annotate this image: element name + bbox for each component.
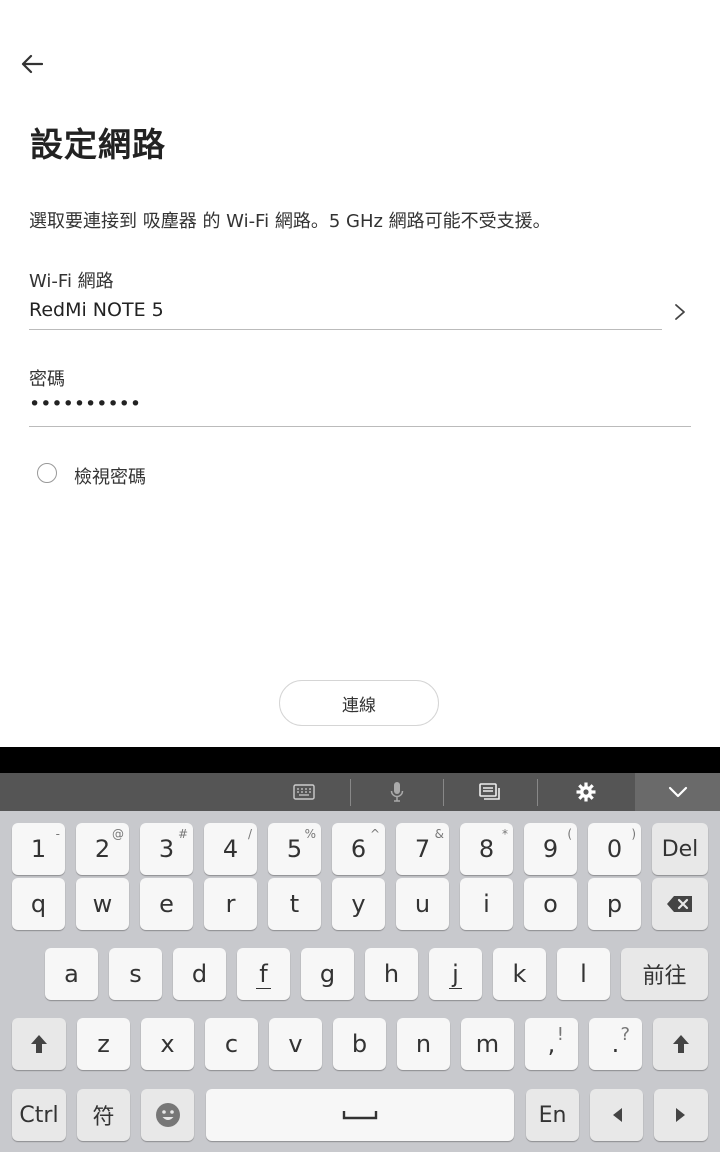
key-a[interactable]: a [45,948,98,1000]
key-0[interactable]: 0) [588,823,641,875]
key-b[interactable]: b [333,1018,386,1070]
key-e[interactable]: e [140,878,193,930]
key-y[interactable]: y [332,878,385,930]
key-d[interactable]: d [173,948,226,1000]
key-3[interactable]: 3 # [140,823,193,875]
connect-button[interactable]: 連線 [279,680,439,726]
toolbar-divider [350,779,351,806]
page-title: 設定網路 [30,125,166,164]
space-key[interactable] [206,1089,514,1141]
key-z[interactable]: z [77,1018,130,1070]
wifi-underline [29,329,662,330]
keyboard-top-bar [0,747,720,773]
clipboard-button[interactable] [445,773,535,811]
cursor-left-key[interactable] [590,1089,643,1141]
shift-key-left[interactable] [12,1018,66,1070]
keyboard-settings-button[interactable] [539,773,633,811]
password-label: 密碼 [29,369,65,390]
key-1[interactable]: 1- [12,823,65,875]
back-button[interactable] [14,46,50,82]
ctrl-key[interactable]: Ctrl [12,1089,66,1141]
collapse-keyboard-button[interactable] [635,773,720,811]
wifi-network-label: Wi-Fi 網路 [29,271,114,292]
key-7[interactable]: 7 & [396,823,449,875]
microphone-icon [390,782,404,802]
key-f-label: f [256,960,271,989]
smiley-icon [155,1103,180,1127]
key-8[interactable]: 8 * [460,823,513,875]
key-j-label: j [449,960,462,989]
key-t[interactable]: t [268,878,321,930]
key-u[interactable]: u [396,878,449,930]
toolbar-divider [537,779,538,806]
keyboard-switch-button[interactable] [262,773,346,811]
arrow-left-icon [612,1108,622,1122]
backspace-icon [667,896,692,912]
space-bar-icon [342,1111,378,1120]
key-5[interactable]: 5% [268,823,321,875]
password-underline [29,426,691,427]
description-text: 選取要連接到 吸塵器 的 Wi-Fi 網路。5 GHz 網路可能不受支援。 [29,211,551,232]
go-key[interactable]: 前往 [621,948,708,1000]
key-9[interactable]: 9( [524,823,577,875]
key-w[interactable]: w [76,878,129,930]
key-period[interactable]: .? [589,1018,642,1070]
key-r[interactable]: r [204,878,257,930]
symbol-key[interactable]: 符 [77,1089,130,1141]
key-j[interactable]: j [429,948,482,1000]
key-i[interactable]: i [460,878,513,930]
cursor-right-key[interactable] [654,1089,708,1141]
voice-input-button[interactable] [352,773,442,811]
language-key[interactable]: En [526,1089,579,1141]
key-c[interactable]: c [205,1018,258,1070]
key-n[interactable]: n [397,1018,450,1070]
show-password-label[interactable]: 檢視密碼 [74,463,146,489]
arrow-right-icon [676,1108,685,1122]
toolbar-divider [443,779,444,806]
key-l[interactable]: l [557,948,610,1000]
key-k[interactable]: k [493,948,546,1000]
key-o[interactable]: o [524,878,577,930]
key-4[interactable]: 4/ [204,823,257,875]
key-2[interactable]: 2 @ [76,823,129,875]
key-m[interactable]: m [461,1018,514,1070]
delete-forward-key[interactable]: Del [652,823,708,875]
clipboard-icon [479,783,500,800]
wifi-network-selector[interactable]: RedMi NOTE 5 [29,299,164,321]
key-q[interactable]: q [12,878,65,930]
emoji-key[interactable] [141,1089,194,1141]
key-s[interactable]: s [109,948,162,1000]
key-x[interactable]: x [141,1018,194,1070]
chevron-right-icon [675,304,685,320]
gear-icon [576,782,596,802]
key-h[interactable]: h [365,948,418,1000]
key-comma[interactable]: ,! [525,1018,578,1070]
shift-arrow-icon [31,1035,47,1053]
key-f[interactable]: f [237,948,290,1000]
keyboard-icon [293,784,315,800]
key-p[interactable]: p [588,878,641,930]
key-g[interactable]: g [301,948,354,1000]
key-6[interactable]: 6 ^ [332,823,385,875]
backspace-key[interactable] [652,878,708,930]
back-arrow-icon [21,54,43,74]
key-v[interactable]: v [269,1018,322,1070]
show-password-radio[interactable] [37,463,57,483]
chevron-down-icon [668,786,687,798]
shift-key-right[interactable] [653,1018,708,1070]
keyboard-toolbar [0,773,720,811]
wifi-select-button[interactable] [666,298,694,326]
shift-arrow-icon [672,1035,689,1053]
password-input[interactable]: •••••••••• [29,393,141,415]
